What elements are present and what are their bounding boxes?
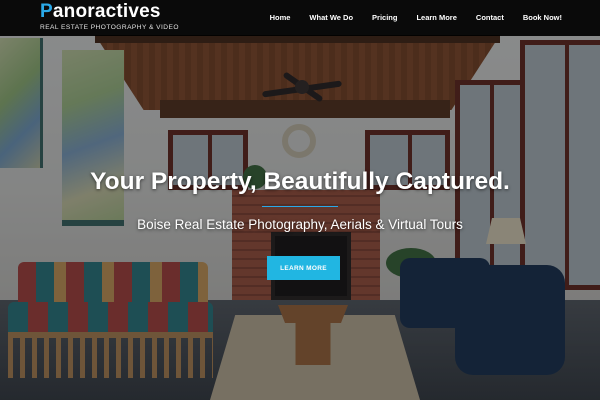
site-header: Panoractives REAL ESTATE PHOTOGRAPHY & V… — [0, 0, 600, 36]
main-nav: Home What We Do Pricing Learn More Conta… — [270, 13, 562, 22]
nav-pricing-link[interactable]: Pricing — [372, 13, 397, 22]
nav-home-link[interactable]: Home — [270, 13, 291, 22]
nav-book-now-link[interactable]: Book Now! — [523, 13, 562, 22]
logo-tagline: REAL ESTATE PHOTOGRAPHY & VIDEO — [40, 24, 179, 31]
logo-initial: P — [40, 1, 53, 22]
logo-wordmark: Panoractives — [40, 2, 179, 22]
nav-learn-more-link[interactable]: Learn More — [416, 13, 456, 22]
hero-subtitle: Boise Real Estate Photography, Aerials &… — [137, 217, 463, 232]
hero-title: Your Property, Beautifully Captured. — [90, 168, 510, 195]
nav-contact-link[interactable]: Contact — [476, 13, 504, 22]
site-logo[interactable]: Panoractives REAL ESTATE PHOTOGRAPHY & V… — [40, 2, 179, 32]
learn-more-button[interactable]: LEARN MORE — [267, 256, 340, 280]
nav-what-we-do-link[interactable]: What We Do — [309, 13, 353, 22]
hero-divider — [262, 206, 338, 207]
logo-name-rest: anoractives — [52, 1, 161, 22]
hero-background-image — [0, 0, 600, 400]
